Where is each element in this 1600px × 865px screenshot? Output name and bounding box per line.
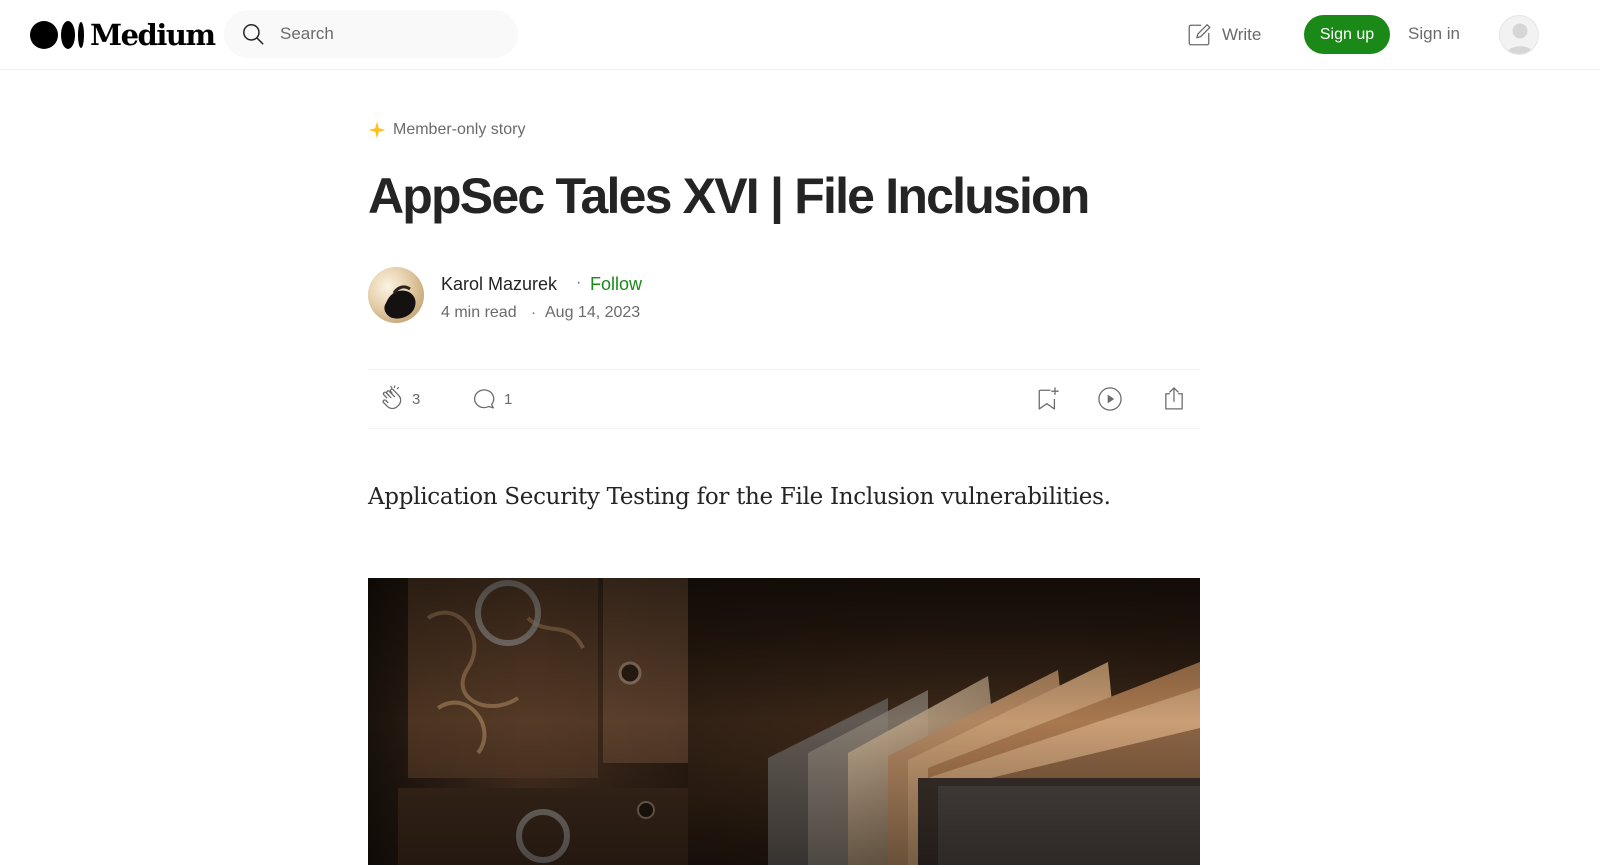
article-title: AppSec Tales XVI | File Inclusion [368, 168, 1090, 224]
article-lead-paragraph: Application Security Testing for the Fil… [368, 484, 1111, 510]
sign-up-button[interactable]: Sign up [1304, 15, 1390, 54]
separator-dot: · [531, 304, 536, 321]
listen-button[interactable] [1096, 385, 1124, 413]
follow-button[interactable]: Follow [590, 274, 642, 295]
search-input[interactable]: Search [280, 24, 334, 44]
share-icon [1165, 387, 1183, 410]
comment-button[interactable]: 1 [470, 385, 512, 413]
separator-dot: · [576, 274, 582, 291]
author-name[interactable]: Karol Mazurek [441, 274, 557, 295]
member-only-badge: Member-only story [368, 121, 525, 139]
star-icon [368, 121, 386, 139]
write-button[interactable]: Write [1186, 20, 1261, 50]
article-hero-image [368, 578, 1200, 865]
member-only-label: Member-only story [393, 121, 526, 138]
search-box[interactable]: Search [224, 10, 518, 58]
write-label: Write [1222, 25, 1262, 44]
clap-button[interactable]: 3 [378, 385, 420, 413]
user-avatar-icon[interactable] [1499, 15, 1539, 55]
top-navigation: Medium Search Write Sign up Sign in [0, 0, 1600, 70]
article-action-bar: 3 1 [368, 369, 1200, 429]
comment-icon [473, 389, 495, 409]
bookmark-button[interactable] [1034, 385, 1062, 413]
play-icon [1098, 387, 1122, 411]
medium-logo-mark-icon [30, 21, 84, 49]
read-time: 4 min read [441, 304, 517, 321]
write-icon [1188, 24, 1211, 46]
share-button[interactable] [1160, 385, 1188, 413]
medium-logo[interactable]: Medium [30, 18, 216, 52]
bookmark-icon [1038, 387, 1059, 410]
publish-date: Aug 14, 2023 [545, 304, 641, 321]
search-icon [243, 24, 264, 45]
clap-count: 3 [412, 390, 421, 408]
comment-count: 1 [504, 390, 513, 408]
clap-icon [382, 385, 402, 410]
brand-name: Medium [90, 18, 216, 52]
sign-in-link[interactable]: Sign in [1408, 24, 1460, 44]
author-avatar[interactable] [368, 267, 424, 323]
